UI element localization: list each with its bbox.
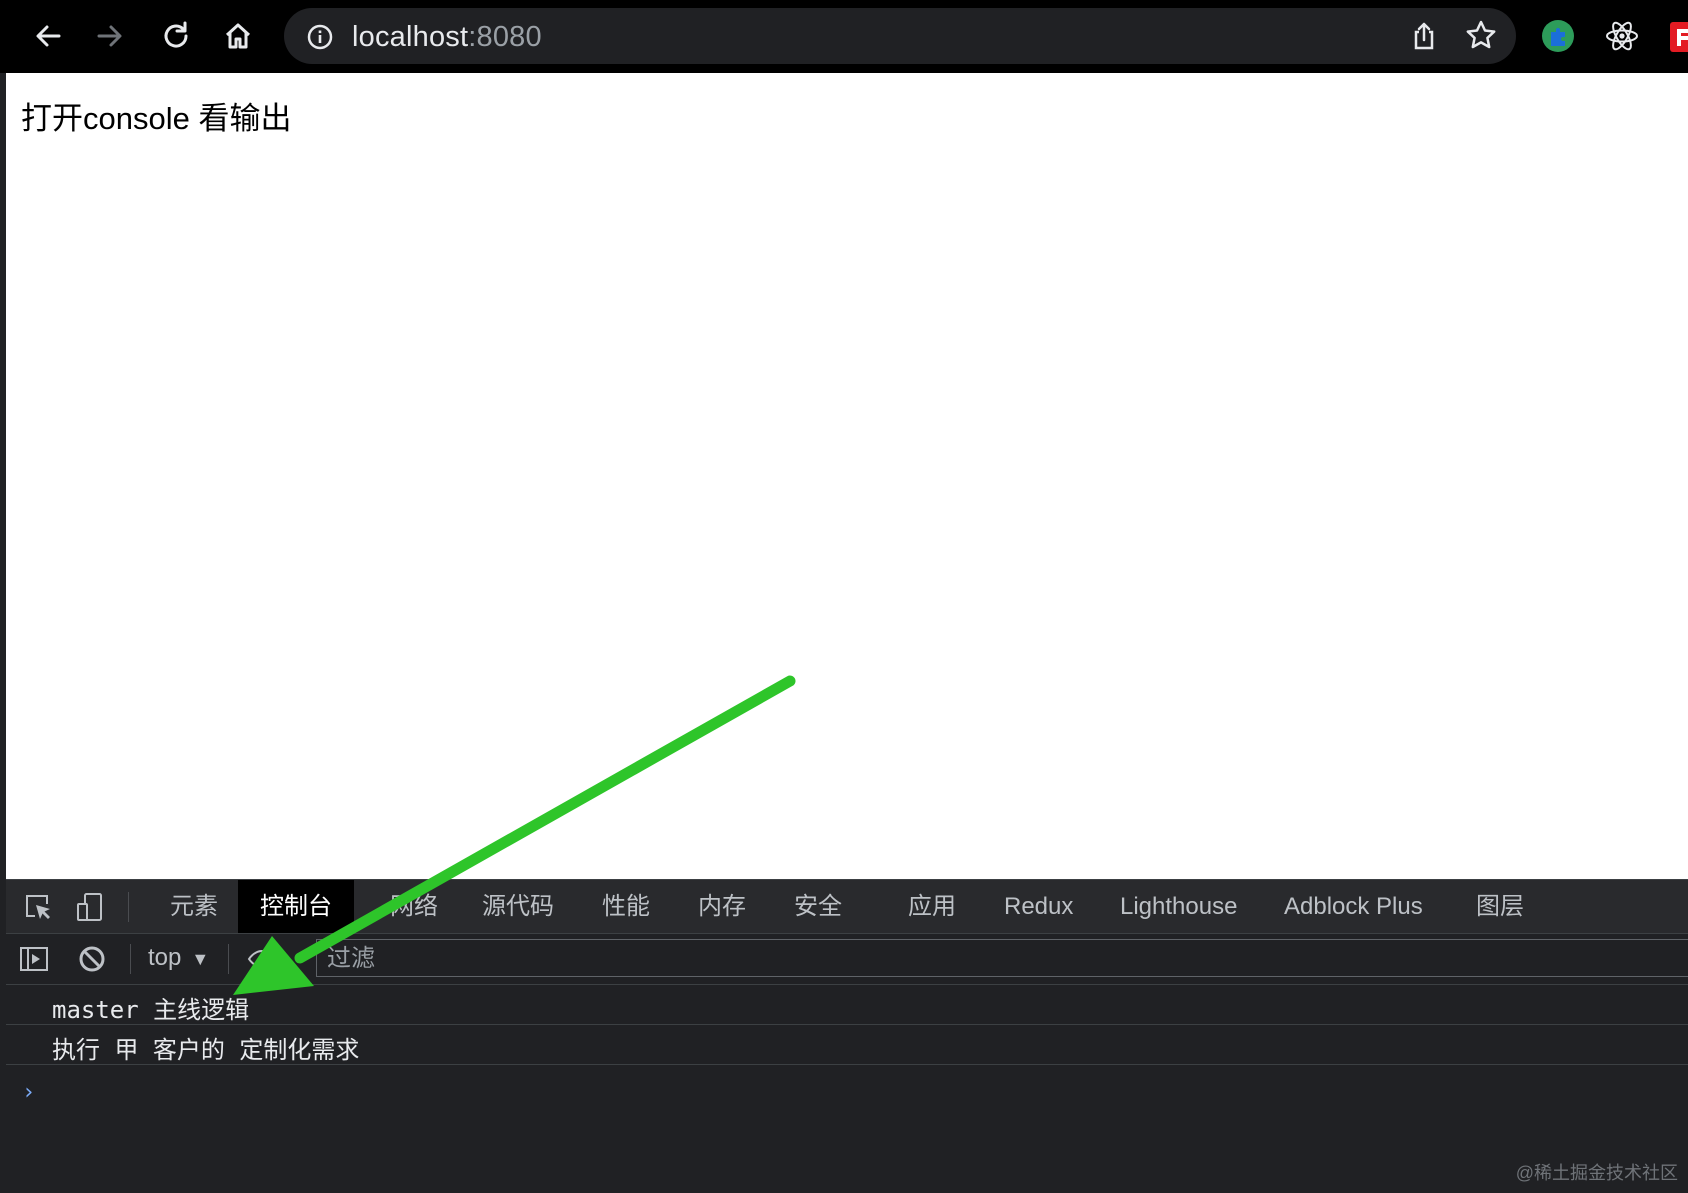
puzzle-extension-icon [1542, 20, 1574, 52]
sidebar-play-icon [20, 947, 48, 971]
back-button[interactable] [26, 14, 70, 58]
console-divider [130, 944, 131, 974]
device-toolbar-button[interactable] [74, 891, 106, 923]
tab-divider [128, 892, 129, 922]
console-prompt[interactable]: › [22, 1080, 35, 1105]
eye-icon [247, 949, 277, 969]
inspect-element-button[interactable] [22, 891, 54, 923]
info-icon[interactable] [306, 23, 334, 51]
tab-sources[interactable]: 源代码 [460, 880, 576, 933]
home-button[interactable] [216, 14, 260, 58]
browser-toolbar: localhost:8080 [0, 0, 1688, 73]
console-filter[interactable] [316, 939, 1688, 978]
forward-button[interactable] [88, 14, 132, 58]
extension-red-icon[interactable] [1670, 22, 1688, 52]
inspect-cursor-icon [26, 895, 50, 919]
tab-elements[interactable]: 元素 [148, 880, 240, 933]
url-port: :8080 [468, 21, 542, 53]
console-log-row: 执行 甲 客户的 定制化需求 [6, 1025, 1688, 1065]
tab-security[interactable]: 安全 [772, 880, 864, 933]
clear-console-button[interactable] [76, 943, 108, 975]
tab-adblock-plus[interactable]: Adblock Plus [1262, 880, 1445, 933]
page-body-text: 打开console 看输出 [21, 101, 292, 136]
log-message: master 主线逻辑 [52, 996, 250, 1024]
device-toggle-icon [77, 893, 102, 921]
react-icon [1606, 21, 1638, 51]
console-toolbar: top ▼ [6, 934, 1688, 985]
reload-icon [164, 21, 188, 48]
context-value: top [148, 944, 182, 971]
reload-button[interactable] [154, 14, 198, 58]
tab-console[interactable]: 控制台 [238, 880, 354, 933]
tab-performance[interactable]: 性能 [580, 880, 672, 933]
devtools-tab-bar: 元素 控制台 网络 源代码 性能 内存 安全 应用 Redux Lighthou… [6, 880, 1688, 934]
url-host: localhost [352, 21, 469, 53]
show-sidebar-button[interactable] [18, 943, 50, 975]
bookmark-star-icon[interactable] [1464, 18, 1498, 52]
page-viewport: 打开console 看输出 [6, 73, 1688, 879]
console-log-row: master 主线逻辑 [6, 985, 1688, 1025]
address-bar[interactable]: localhost:8080 [284, 8, 1516, 64]
extension-puzzle-button[interactable] [1536, 14, 1580, 58]
watermark: @稀土掘金技术社区 [1515, 1163, 1678, 1183]
arrow-right-icon [97, 25, 122, 47]
filter-input[interactable] [325, 940, 1669, 978]
devtools-panel: 元素 控制台 网络 源代码 性能 内存 安全 应用 Redux Lighthou… [6, 879, 1688, 1193]
tab-application[interactable]: 应用 [886, 880, 978, 933]
live-expression-button[interactable] [246, 943, 278, 975]
arrow-left-icon [36, 25, 61, 47]
context-selector[interactable]: top ▼ [148, 944, 209, 972]
tab-redux[interactable]: Redux [982, 880, 1095, 933]
tab-lighthouse[interactable]: Lighthouse [1098, 880, 1259, 933]
share-icon[interactable] [1408, 20, 1440, 52]
dropdown-triangle-icon: ▼ [191, 949, 210, 969]
log-message: 执行 甲 客户的 定制化需求 [52, 1036, 360, 1064]
react-devtools-button[interactable] [1600, 14, 1644, 58]
clear-block-icon [79, 946, 105, 972]
url-text: localhost:8080 [352, 21, 542, 54]
home-icon [225, 23, 251, 49]
tab-memory[interactable]: 内存 [676, 880, 768, 933]
tab-layers[interactable]: 图层 [1454, 880, 1546, 933]
tab-network[interactable]: 网络 [368, 880, 460, 933]
console-divider [228, 944, 229, 974]
letter-f-icon [1677, 29, 1688, 46]
